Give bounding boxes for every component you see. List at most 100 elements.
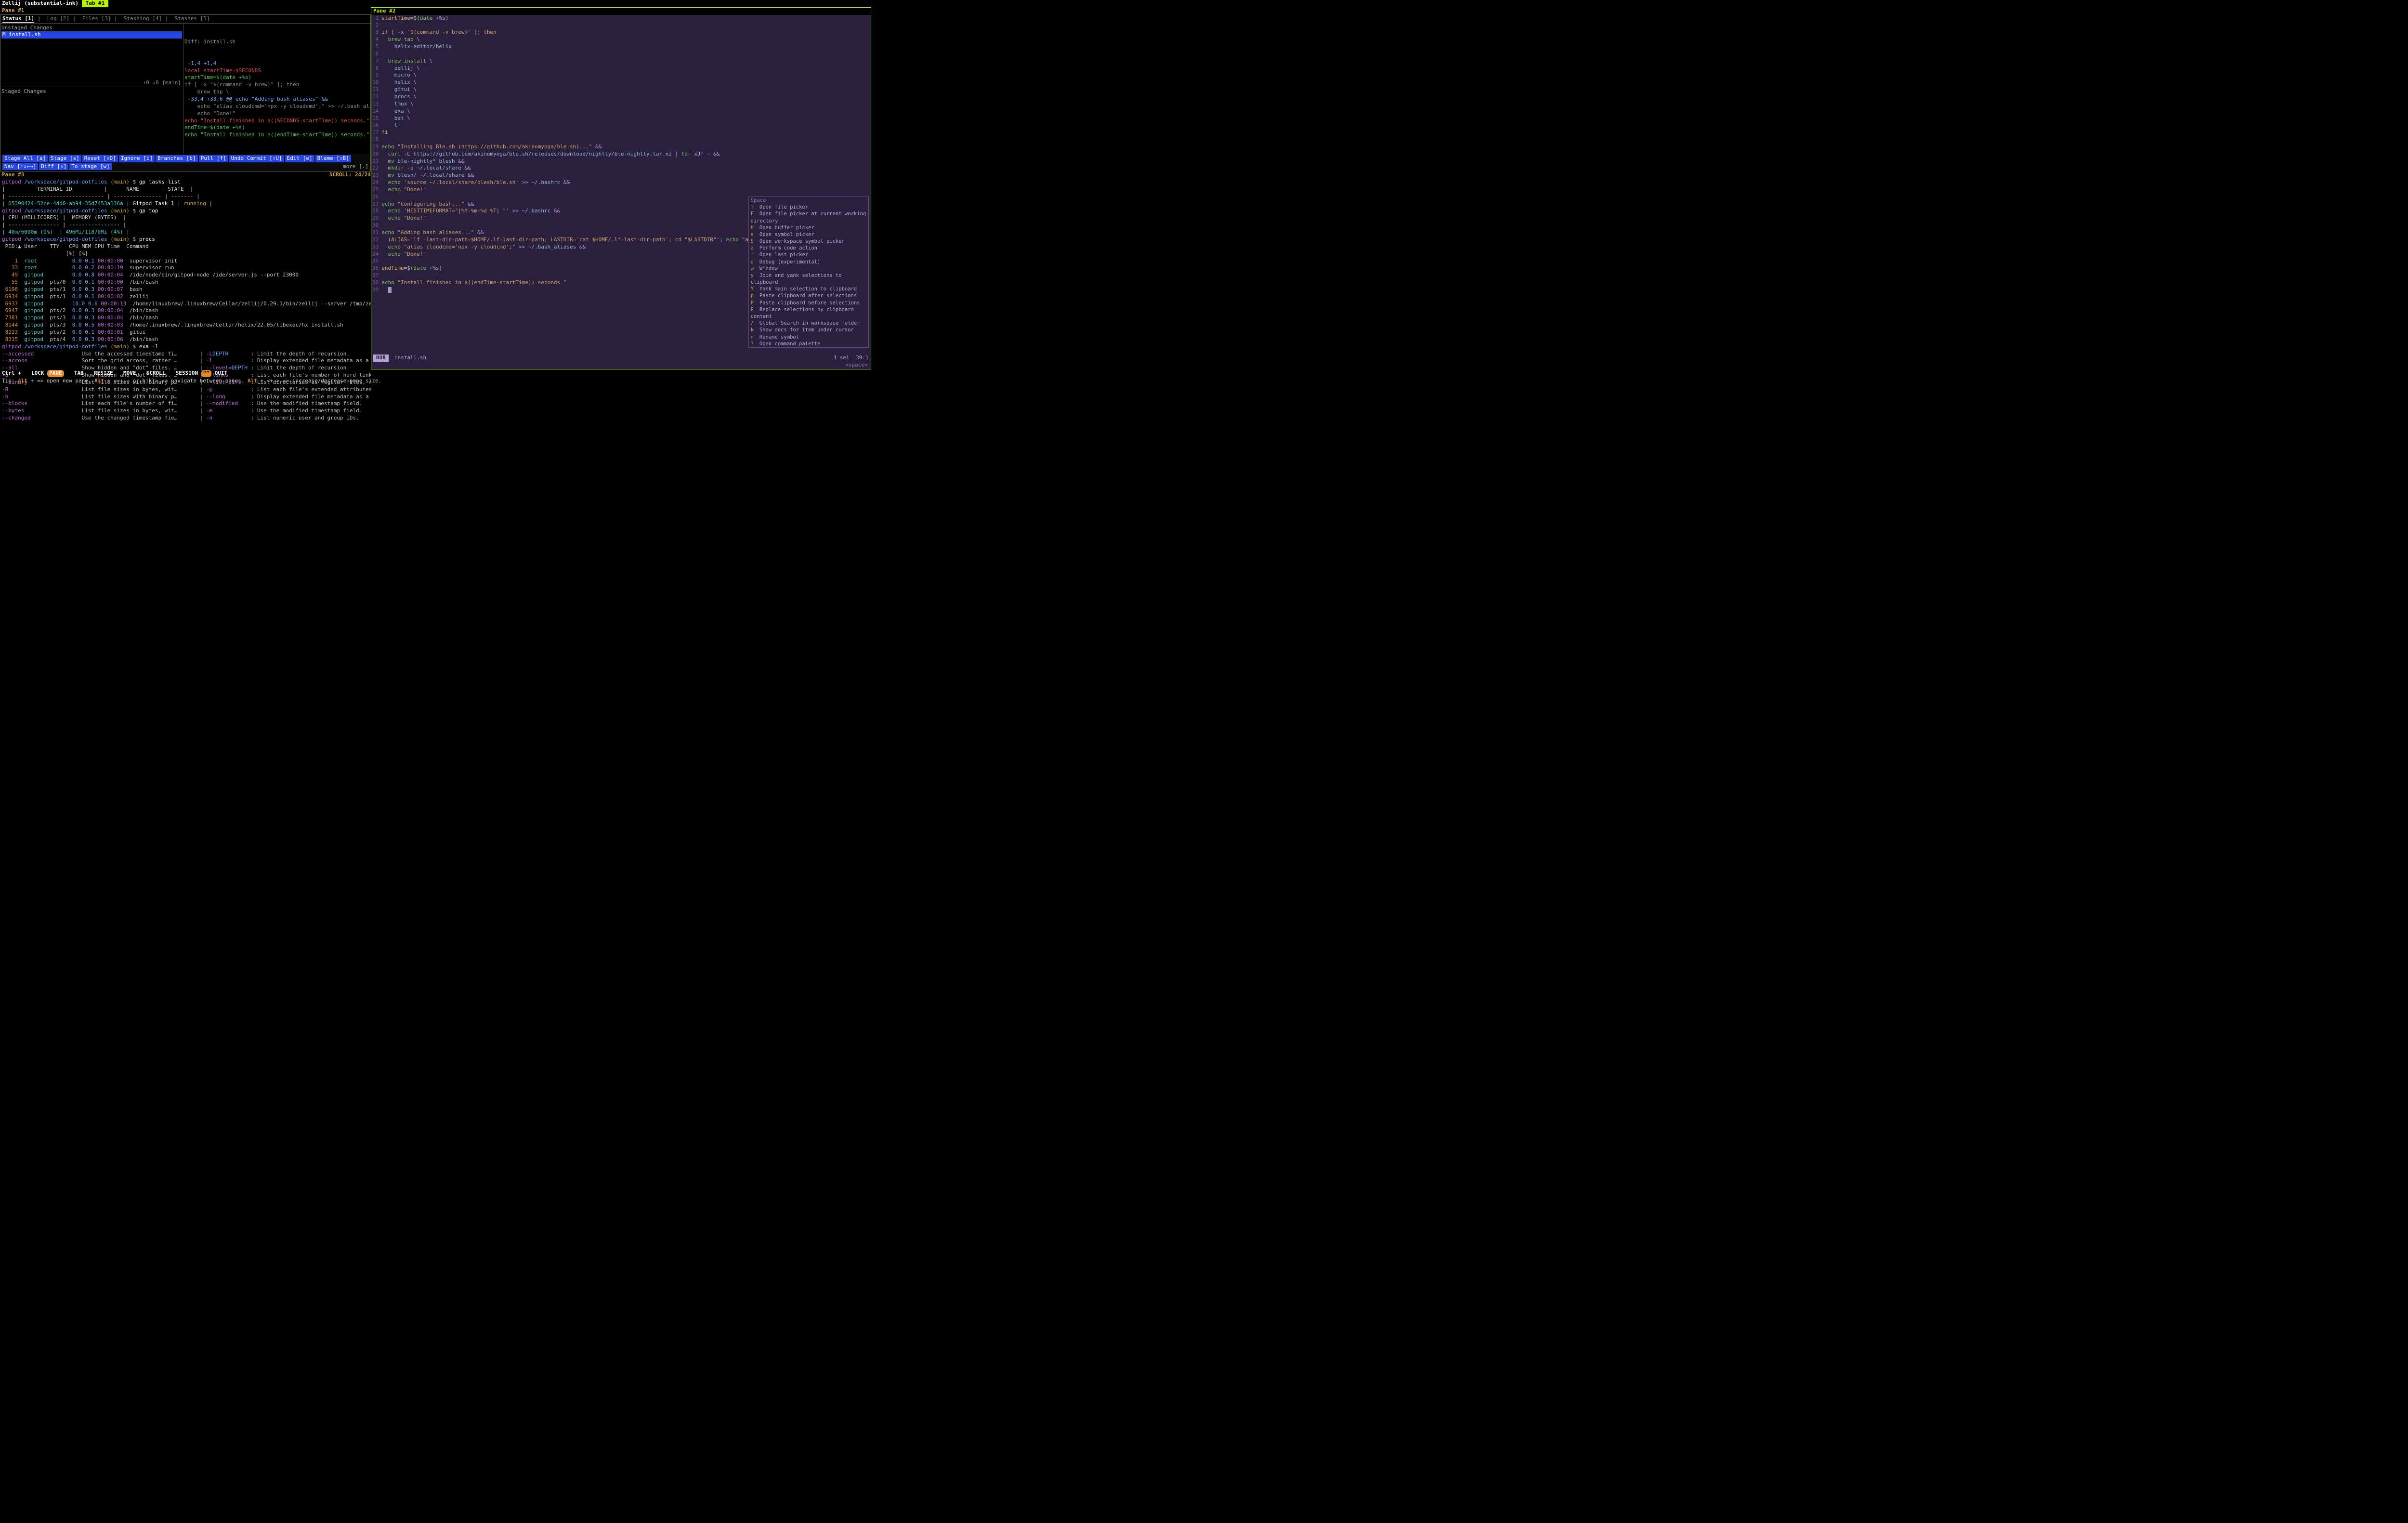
space-menu[interactable]: Space f Open file pickerF Open file pick…: [748, 197, 869, 348]
code-line: curl -L https://github.com/akinomyoga/bl…: [381, 151, 869, 158]
space-menu-item[interactable]: b Open buffer picker: [749, 224, 868, 231]
procs-row: 6196 gitpod pts/1 0.0 0.3 00:00:07 bash: [2, 286, 369, 293]
staged-box: Staged Changes: [0, 87, 183, 154]
cmd-edit[interactable]: Edit [e]: [285, 155, 314, 162]
tab-log[interactable]: Log [2]: [47, 15, 69, 22]
code-line: [381, 22, 869, 29]
code-line: mv ble-nightly* blesh &&: [381, 158, 869, 165]
gitui-command-bar: Stage All [a] Stage [s] Reset [⇧D] Ignor…: [0, 154, 370, 171]
cmd-diff[interactable]: Diff [⇧]: [39, 163, 68, 171]
space-menu-item[interactable]: R Replace selections by clipboard conten…: [749, 306, 868, 320]
code-line: exa \: [381, 108, 869, 115]
mode-key[interactable]: [201, 370, 211, 377]
cmd-ignore[interactable]: Ignore [i]: [119, 155, 155, 162]
cmd-more[interactable]: more [.]: [343, 163, 368, 171]
diff-line: -33,4 +33,6 @@ echo "Adding bash aliases…: [184, 96, 369, 103]
space-menu-item[interactable]: r Rename symbol: [749, 334, 868, 341]
cmd-blame[interactable]: Blame [⇧B]: [315, 155, 351, 162]
diff-view[interactable]: Diff: install.sh -1,4 +1,4local startTim…: [183, 24, 370, 154]
diff-line: -1,4 +1,4: [184, 60, 369, 67]
exa-row: -B List file sizes in bytes, wit… | -@ :…: [2, 386, 369, 394]
space-menu-item[interactable]: Y Yank main selection to clipboard: [749, 286, 868, 292]
space-menu-item[interactable]: k Show docs for item under cursor: [749, 327, 868, 333]
cmd-tostage[interactable]: To stage [w]: [69, 163, 111, 171]
code-line: bat \: [381, 115, 869, 122]
prompt-line: gitpod /workspace/gitpod-dotfiles (main)…: [2, 236, 369, 243]
unstaged-box: Unstaged Changes M install.sh: [0, 24, 183, 79]
tab-status[interactable]: Status [1]: [2, 15, 34, 23]
tab-files[interactable]: Files [3]: [82, 15, 111, 22]
cmd-nav[interactable]: Nav [↑↓←→]: [2, 163, 38, 171]
cmd-stage[interactable]: Stage [s]: [49, 155, 81, 162]
procs-header: PID:▲ User TTY CPU MEM CPU Time Command: [2, 243, 369, 250]
ctrl-label: Ctrl +: [2, 370, 21, 376]
space-menu-item[interactable]: / Global Search in workspace folder: [749, 320, 868, 327]
space-menu-item[interactable]: p Paste clipboard after selections: [749, 292, 868, 299]
prompt-line: gitpod /workspace/gitpod-dotfiles (main)…: [2, 179, 369, 186]
procs-sub: [%] [%]: [2, 250, 369, 258]
code-line: brew install \: [381, 58, 869, 65]
space-menu-item[interactable]: P Paste clipboard before selections: [749, 300, 868, 306]
space-menu-item[interactable]: w Window: [749, 265, 868, 272]
tab-stashes[interactable]: Stashes [5]: [175, 15, 210, 22]
space-menu-item[interactable]: S Open workspace symbol picker: [749, 238, 868, 245]
code-line: startTime=$(date +%s): [381, 15, 869, 22]
hx-hint: <space>: [371, 362, 871, 369]
code-line: zellij \: [381, 65, 869, 72]
mode-label: SCROLL: [146, 370, 166, 376]
pane-2[interactable]: Pane #2 12345678910111213141516171819202…: [371, 7, 871, 369]
diff-line: endTime=$(date +%s): [184, 124, 369, 131]
hx-mode: NOR: [373, 354, 389, 362]
space-menu-item[interactable]: y Join and yank selections to clipboard: [749, 272, 868, 286]
diff-line: if [ -x "$(command -v brew)" ]; then: [184, 81, 369, 89]
cmd-undo[interactable]: Undo Commit [⇧U]: [229, 155, 284, 162]
prompt-line: gitpod /workspace/gitpod-dotfiles (main)…: [2, 208, 369, 215]
space-menu-item[interactable]: a Perform code action: [749, 245, 868, 251]
cmd-branches[interactable]: Branches [b]: [156, 155, 197, 162]
tab-stashing[interactable]: Stashing [4]: [124, 15, 162, 22]
cmd-stage-all[interactable]: Stage All [a]: [2, 155, 48, 162]
exa-row: --blocks List each file's number of fi… …: [2, 400, 369, 407]
code-line: mkdir -p ~/.local/share &&: [381, 165, 869, 172]
code-line: helix-editor/helix: [381, 43, 869, 51]
code-line: mv blesh/ ~/.local/share &&: [381, 172, 869, 179]
code-line: lf: [381, 122, 869, 129]
exa-row: --across Sort the grid across, rather … …: [2, 357, 369, 365]
code-line: if [ -x "$(command -v brew)" ]; then: [381, 29, 869, 36]
code-line: [381, 136, 869, 144]
code-line: echo "Installing Ble.sh (https://github.…: [381, 144, 869, 151]
space-menu-item[interactable]: d Debug (experimental): [749, 259, 868, 265]
space-menu-item[interactable]: F Open file picker at current working di…: [749, 210, 868, 224]
gitui-tabs: Status [1] | Log [2] | Files [3] | Stash…: [0, 15, 370, 24]
diff-line: echo "Install finished in $((SECONDS-sta…: [184, 118, 369, 125]
space-menu-item[interactable]: ? Open command palette: [749, 341, 868, 347]
pane-1[interactable]: Status [1] | Log [2] | Files [3] | Stash…: [0, 14, 371, 172]
diff-line: brew tap \: [184, 89, 369, 96]
pane-2-title: Pane #2: [371, 8, 871, 15]
mode-label: PANE: [49, 370, 62, 376]
mode-label: SESSION: [176, 370, 198, 376]
session-name: Zellij (substantial-ink): [2, 0, 79, 6]
diff-line: echo "alias cloudcmd='npx -y cloudcmd';"…: [184, 103, 369, 110]
cmd-reset[interactable]: Reset [⇧D]: [82, 155, 118, 162]
code-line: brew tap \: [381, 36, 869, 43]
space-menu-item[interactable]: ' Open last picker: [749, 251, 868, 258]
scroll-indicator: SCROLL: 24/24: [329, 171, 371, 179]
mode-key[interactable]: PANE: [47, 370, 64, 377]
procs-row: 49 gitpod 0.0 0.8 00:00:04 /ide/node/bin…: [2, 272, 369, 279]
unstaged-title: Unstaged Changes: [1, 25, 182, 32]
code-line: fi: [381, 129, 869, 136]
tab-1[interactable]: Tab #1: [82, 0, 109, 7]
space-menu-item[interactable]: s Open symbol picker: [749, 231, 868, 238]
table-row: | 05390424-52ce-4dd0-ab94-35d7453a136a |…: [2, 200, 369, 208]
space-menu-item[interactable]: f Open file picker: [749, 204, 868, 210]
mode-label: MOVE: [123, 370, 136, 376]
unstaged-file[interactable]: M install.sh: [1, 31, 182, 39]
procs-row: 8223 gitpod pts/2 0.0 0.1 00:00:01 gitui: [2, 329, 369, 336]
code-line: [381, 51, 869, 58]
mode-label: RESIZE: [94, 370, 113, 376]
space-menu-title: Space: [749, 197, 868, 204]
helix-statusline: NOR install.sh 1 sel 39:1: [371, 354, 871, 362]
procs-row: 55 gitpod pts/0 0.0 0.1 00:00:00 /bin/ba…: [2, 279, 369, 286]
cmd-pull[interactable]: Pull [f]: [199, 155, 228, 162]
